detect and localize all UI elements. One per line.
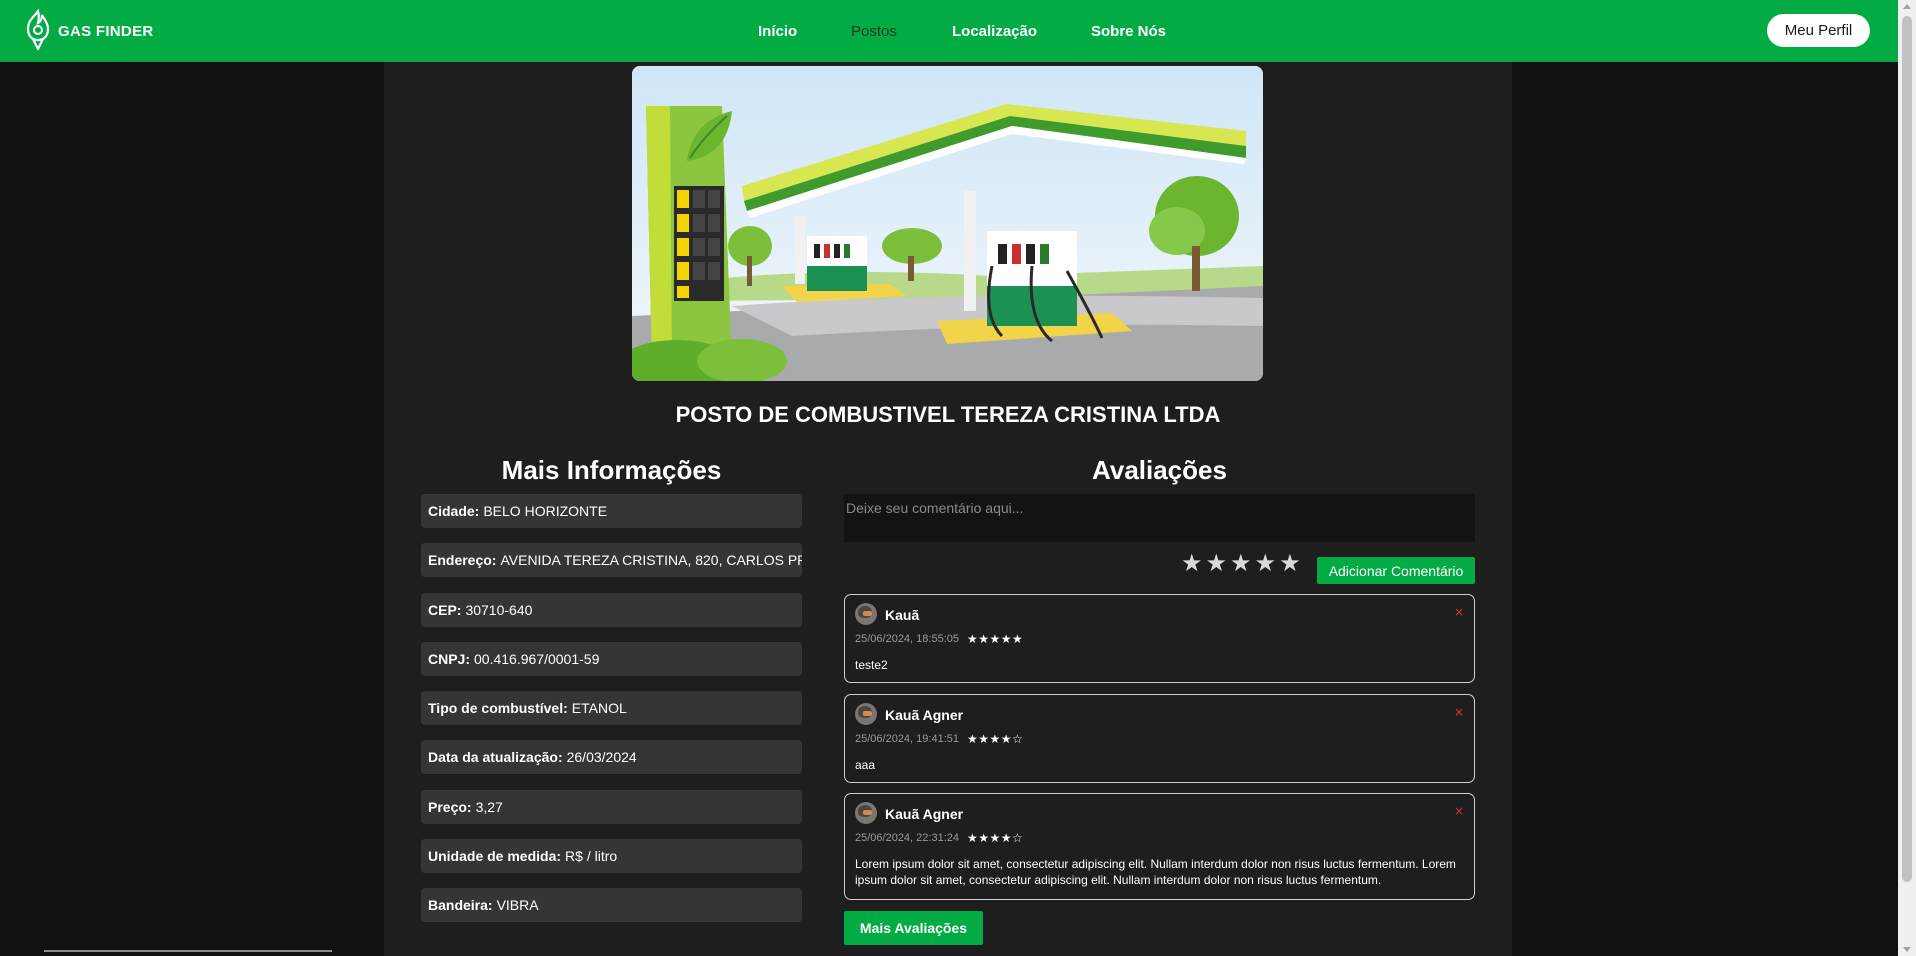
review-user: Kauã Agner xyxy=(885,707,964,723)
rating-selector[interactable]: ★★★★★ xyxy=(1181,551,1304,575)
review-stars: ★★★★☆ xyxy=(967,831,1024,845)
review-text: teste2 xyxy=(855,658,888,672)
info-row-cep: CEP: 30710-640 xyxy=(421,593,802,627)
logo-text: GAS FINDER xyxy=(58,22,154,40)
avatar xyxy=(855,603,877,625)
top-navbar: GAS FINDER Início Postos Localização Sob… xyxy=(0,0,1898,62)
review-text: Lorem ipsum dolor sit amet, consectetur … xyxy=(855,857,1456,887)
vertical-scrollbar[interactable] xyxy=(1898,0,1916,956)
nav-postos[interactable]: Postos xyxy=(851,23,897,40)
scroll-up-arrow-icon[interactable] xyxy=(1903,4,1911,9)
nav-inicio[interactable]: Início xyxy=(758,23,797,40)
avatar xyxy=(855,802,877,824)
flame-pin-icon xyxy=(26,9,50,51)
info-row-bandeira: Bandeira: VIBRA xyxy=(421,888,802,922)
horizontal-scrollbar-thumb[interactable] xyxy=(44,950,332,952)
delete-review-close-icon[interactable]: × xyxy=(1454,605,1464,619)
info-row-cidade: Cidade: BELO HORIZONTE xyxy=(421,494,802,528)
review-date: 25/06/2024, 19:41:51 xyxy=(855,733,959,745)
reviews-section-title: Avaliações xyxy=(1092,455,1227,485)
review-date: 25/06/2024, 18:55:05 xyxy=(855,633,959,645)
add-comment-button[interactable]: Adicionar Comentário xyxy=(1317,557,1475,584)
logo[interactable]: GAS FINDER xyxy=(24,8,154,54)
review-card: Kauã × 25/06/2024, 18:55:05 ★★★★★ teste2 xyxy=(844,594,1475,683)
delete-review-close-icon[interactable]: × xyxy=(1454,804,1464,818)
review-stars: ★★★★★ xyxy=(967,632,1024,646)
info-row-preco: Preço: 3,27 xyxy=(421,790,802,824)
avatar xyxy=(855,703,877,725)
info-row-unidade-medida: Unidade de medida: R$ / litro xyxy=(421,839,802,873)
info-row-data-atualizacao: Data da atualização: 26/03/2024 xyxy=(421,740,802,774)
review-stars: ★★★★☆ xyxy=(967,732,1024,746)
info-row-tipo-combustivel: Tipo de combustível: ETANOL xyxy=(421,691,802,725)
review-card: Kauã Agner × 25/06/2024, 22:31:24 ★★★★☆ … xyxy=(844,793,1475,900)
scroll-thumb[interactable] xyxy=(1902,16,1912,882)
station-name: POSTO DE COMBUSTIVEL TEREZA CRISTINA LTD… xyxy=(675,402,1221,427)
nav-localizacao[interactable]: Localização xyxy=(952,23,1037,40)
review-card: Kauã Agner × 25/06/2024, 19:41:51 ★★★★☆ … xyxy=(844,694,1475,783)
comment-input[interactable] xyxy=(844,494,1475,542)
scroll-down-arrow-icon[interactable] xyxy=(1903,947,1911,952)
delete-review-close-icon[interactable]: × xyxy=(1454,705,1464,719)
info-row-endereco: Endereço: AVENIDA TEREZA CRISTINA, 820, C… xyxy=(421,543,802,577)
info-row-cnpj: CNPJ: 00.416.967/0001-59 xyxy=(421,642,802,676)
station-detail-panel: POSTO DE COMBUSTIVEL TEREZA CRISTINA LTD… xyxy=(384,62,1512,956)
review-date: 25/06/2024, 22:31:24 xyxy=(855,832,959,844)
review-text: aaa xyxy=(855,758,876,772)
my-profile-button[interactable]: Meu Perfil xyxy=(1767,14,1870,47)
review-user: Kauã xyxy=(885,607,920,623)
gas-station-illustration xyxy=(632,66,1263,381)
nav-sobre-nos[interactable]: Sobre Nós xyxy=(1091,23,1166,40)
more-reviews-button[interactable]: Mais Avaliações xyxy=(844,911,983,945)
info-section-title: Mais Informações xyxy=(501,455,722,485)
review-user: Kauã Agner xyxy=(885,806,964,822)
